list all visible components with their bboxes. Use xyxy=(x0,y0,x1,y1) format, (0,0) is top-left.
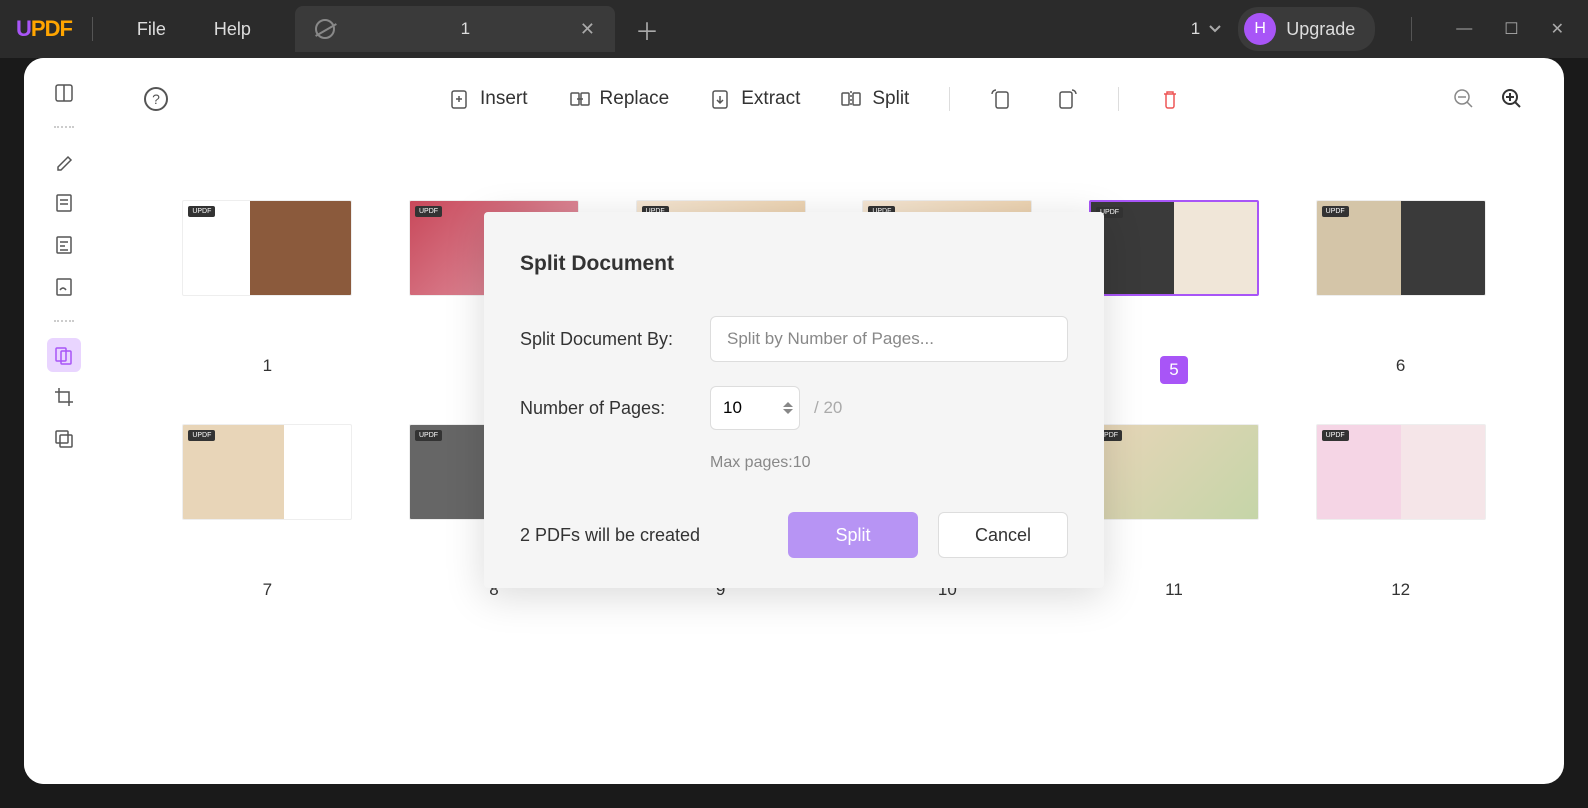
close-window-icon[interactable]: ✕ xyxy=(1543,19,1572,39)
split-by-select[interactable]: Split by Number of Pages... xyxy=(710,316,1068,362)
num-pages-value: 10 xyxy=(723,398,742,418)
upgrade-button[interactable]: H Upgrade xyxy=(1238,7,1375,51)
split-dialog: Split Document Split Document By: Split … xyxy=(484,212,1104,588)
split-by-label: Split Document By: xyxy=(520,329,710,350)
close-icon[interactable]: ✕ xyxy=(580,19,595,40)
stepper-up-icon[interactable] xyxy=(783,402,793,407)
tab-doc-icon xyxy=(315,19,335,39)
document-tab[interactable]: 1 ✕ xyxy=(295,6,615,52)
menu-file[interactable]: File xyxy=(113,19,190,40)
chevron-down-icon xyxy=(1208,22,1222,36)
split-confirm-button[interactable]: Split xyxy=(788,512,918,558)
add-tab-button[interactable]: ＋ xyxy=(635,12,659,47)
num-pages-label: Number of Pages: xyxy=(520,398,710,419)
upgrade-label: Upgrade xyxy=(1286,19,1355,40)
num-pages-input[interactable]: 10 xyxy=(710,386,800,430)
minimize-icon[interactable]: — xyxy=(1448,20,1480,38)
main-area: ? Insert Replace Extract Split xyxy=(24,58,1564,784)
stepper-down-icon[interactable] xyxy=(783,409,793,414)
dialog-title: Split Document xyxy=(520,252,1068,276)
dialog-overlay: Split Document Split Document By: Split … xyxy=(24,58,1564,784)
cancel-button[interactable]: Cancel xyxy=(938,512,1068,558)
titlebar: UPDF File Help 1 ✕ ＋ 1 H Upgrade — ☐ ✕ xyxy=(0,0,1588,58)
maximize-icon[interactable]: ☐ xyxy=(1496,19,1526,39)
tab-title: 1 xyxy=(351,19,580,39)
page-number: 1 xyxy=(1191,19,1200,39)
total-pages: / 20 xyxy=(814,398,842,418)
divider xyxy=(92,17,93,41)
divider xyxy=(1411,17,1412,41)
menu-help[interactable]: Help xyxy=(190,19,275,40)
avatar: H xyxy=(1244,13,1276,45)
page-indicator[interactable]: 1 xyxy=(1191,19,1222,39)
app-logo: UPDF xyxy=(16,16,72,42)
result-text: 2 PDFs will be created xyxy=(520,525,700,546)
max-pages-label: Max pages:10 xyxy=(710,454,1068,472)
